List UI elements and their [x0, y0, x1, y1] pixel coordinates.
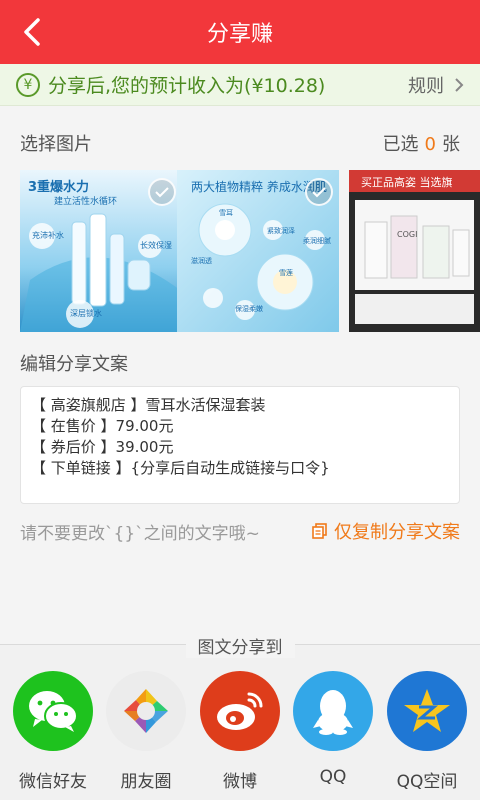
- share-weibo[interactable]: 微博: [200, 671, 280, 797]
- image-2-bubble-4: 柔润细腻: [303, 237, 331, 245]
- share-title-text: 图文分享到: [185, 638, 295, 658]
- share-panel: 图文分享到 微信好友 朋友圈 微博 QQ QQ空间: [0, 638, 480, 800]
- image-picker: 3重爆水力 建立活性水循环 充沛补水 长效保湿 深层锁水 两大植物精粹 养成水润…: [0, 170, 480, 332]
- select-images-header: 选择图片 已选 0 张: [20, 128, 460, 158]
- copy-hint-row: 请不要更改`{}`之间的文字哦~ 仅复制分享文案: [20, 516, 460, 546]
- share-label-weibo: 微博: [223, 772, 257, 792]
- copy-text-only-button[interactable]: 仅复制分享文案: [312, 518, 460, 544]
- share-copy-textarea[interactable]: 【 高姿旗舰店 】雪耳水活保湿套装 【 在售价 】79.00元 【 券后价 】3…: [20, 386, 460, 504]
- copy-line-2: 【 在售价 】79.00元: [31, 417, 174, 435]
- selected-number: 0: [424, 134, 436, 155]
- copy-text-only-label: 仅复制分享文案: [334, 522, 460, 543]
- back-arrow-icon: [24, 18, 40, 46]
- copy-line-4: 【 下单链接 】{分享后自动生成链接与口令}: [31, 459, 330, 477]
- select-checkbox-1[interactable]: [148, 178, 176, 206]
- selected-prefix: 已选: [382, 134, 419, 155]
- selected-suffix: 张: [442, 134, 460, 155]
- image-2-bubble-6: 保湿柔嫩: [235, 305, 263, 313]
- image-1-caption: 3重爆水力: [28, 180, 90, 195]
- top-bar: 分享赚: [0, 0, 480, 64]
- copy-line-1: 【 高姿旗舰店 】雪耳水活保湿套装: [31, 396, 266, 414]
- yen-icon: ¥: [16, 72, 40, 97]
- product-image-3[interactable]: 买正品高姿 当选旗 COGI: [349, 170, 480, 332]
- share-label-qq: QQ: [319, 767, 347, 787]
- copy-line-3: 【 券后价 】39.00元: [31, 438, 174, 456]
- check-icon: [312, 187, 326, 198]
- page-title: 分享赚: [206, 22, 273, 47]
- back-button[interactable]: [0, 0, 64, 64]
- wechat-icon: [13, 671, 93, 751]
- share-label-wechat: 微信好友: [19, 772, 87, 792]
- share-title: 图文分享到: [0, 633, 480, 658]
- rules-link[interactable]: 规则: [408, 72, 464, 98]
- share-label-moments: 朋友圈: [120, 772, 172, 792]
- qq-icon: [293, 671, 373, 751]
- edit-copy-label: 编辑分享文案: [20, 354, 128, 375]
- weibo-icon: [200, 671, 280, 751]
- rules-label: 规则: [408, 75, 444, 97]
- product-image-3-art: [349, 170, 480, 332]
- image-1-bubble-1: 充沛补水: [32, 231, 64, 240]
- share-wechat-friends[interactable]: 微信好友: [13, 671, 93, 797]
- image-2-bubble-1: 雪耳: [219, 209, 233, 217]
- image-1-bubble-3: 深层锁水: [70, 309, 102, 318]
- income-banner: ¥ 分享后,您的预计收入为(¥10.28) 规则: [0, 64, 480, 106]
- image-3-caption: 买正品高姿 当选旗: [361, 176, 453, 189]
- qzone-icon: [387, 671, 467, 751]
- image-1-bubble-2: 长效保湿: [140, 241, 172, 250]
- select-images-label: 选择图片: [20, 134, 92, 155]
- image-2-bubble-3: 滋润透: [191, 257, 212, 265]
- product-image-1[interactable]: 3重爆水力 建立活性水循环 充沛补水 长效保湿 深层锁水: [20, 170, 182, 332]
- image-2-bubble-5: 雪莲: [279, 269, 293, 277]
- share-qzone[interactable]: QQ空间: [387, 671, 467, 797]
- share-qq[interactable]: QQ: [293, 671, 373, 797]
- image-1-subcaption: 建立活性水循环: [54, 197, 118, 207]
- check-icon: [155, 187, 169, 198]
- image-2-bubble-2: 紧致润泽: [267, 227, 295, 235]
- estimated-income-text: 分享后,您的预计收入为(¥10.28): [48, 75, 326, 97]
- edit-hint-text: 请不要更改`{}`之间的文字哦~: [20, 523, 260, 544]
- chevron-right-icon: [455, 77, 464, 92]
- moments-icon: [106, 671, 186, 751]
- copy-icon: [312, 523, 327, 539]
- image-3-brand: COGI: [397, 230, 418, 239]
- product-image-2[interactable]: 两大植物精粹 养成水润肌 雪耳 紧致润泽 滋润透 柔润细腻 雪莲 保湿柔嫩: [177, 170, 339, 332]
- share-moments[interactable]: 朋友圈: [106, 671, 186, 797]
- select-checkbox-2[interactable]: [305, 178, 333, 206]
- share-label-qzone: QQ空间: [396, 772, 458, 792]
- selected-count: 已选 0 张: [383, 130, 460, 156]
